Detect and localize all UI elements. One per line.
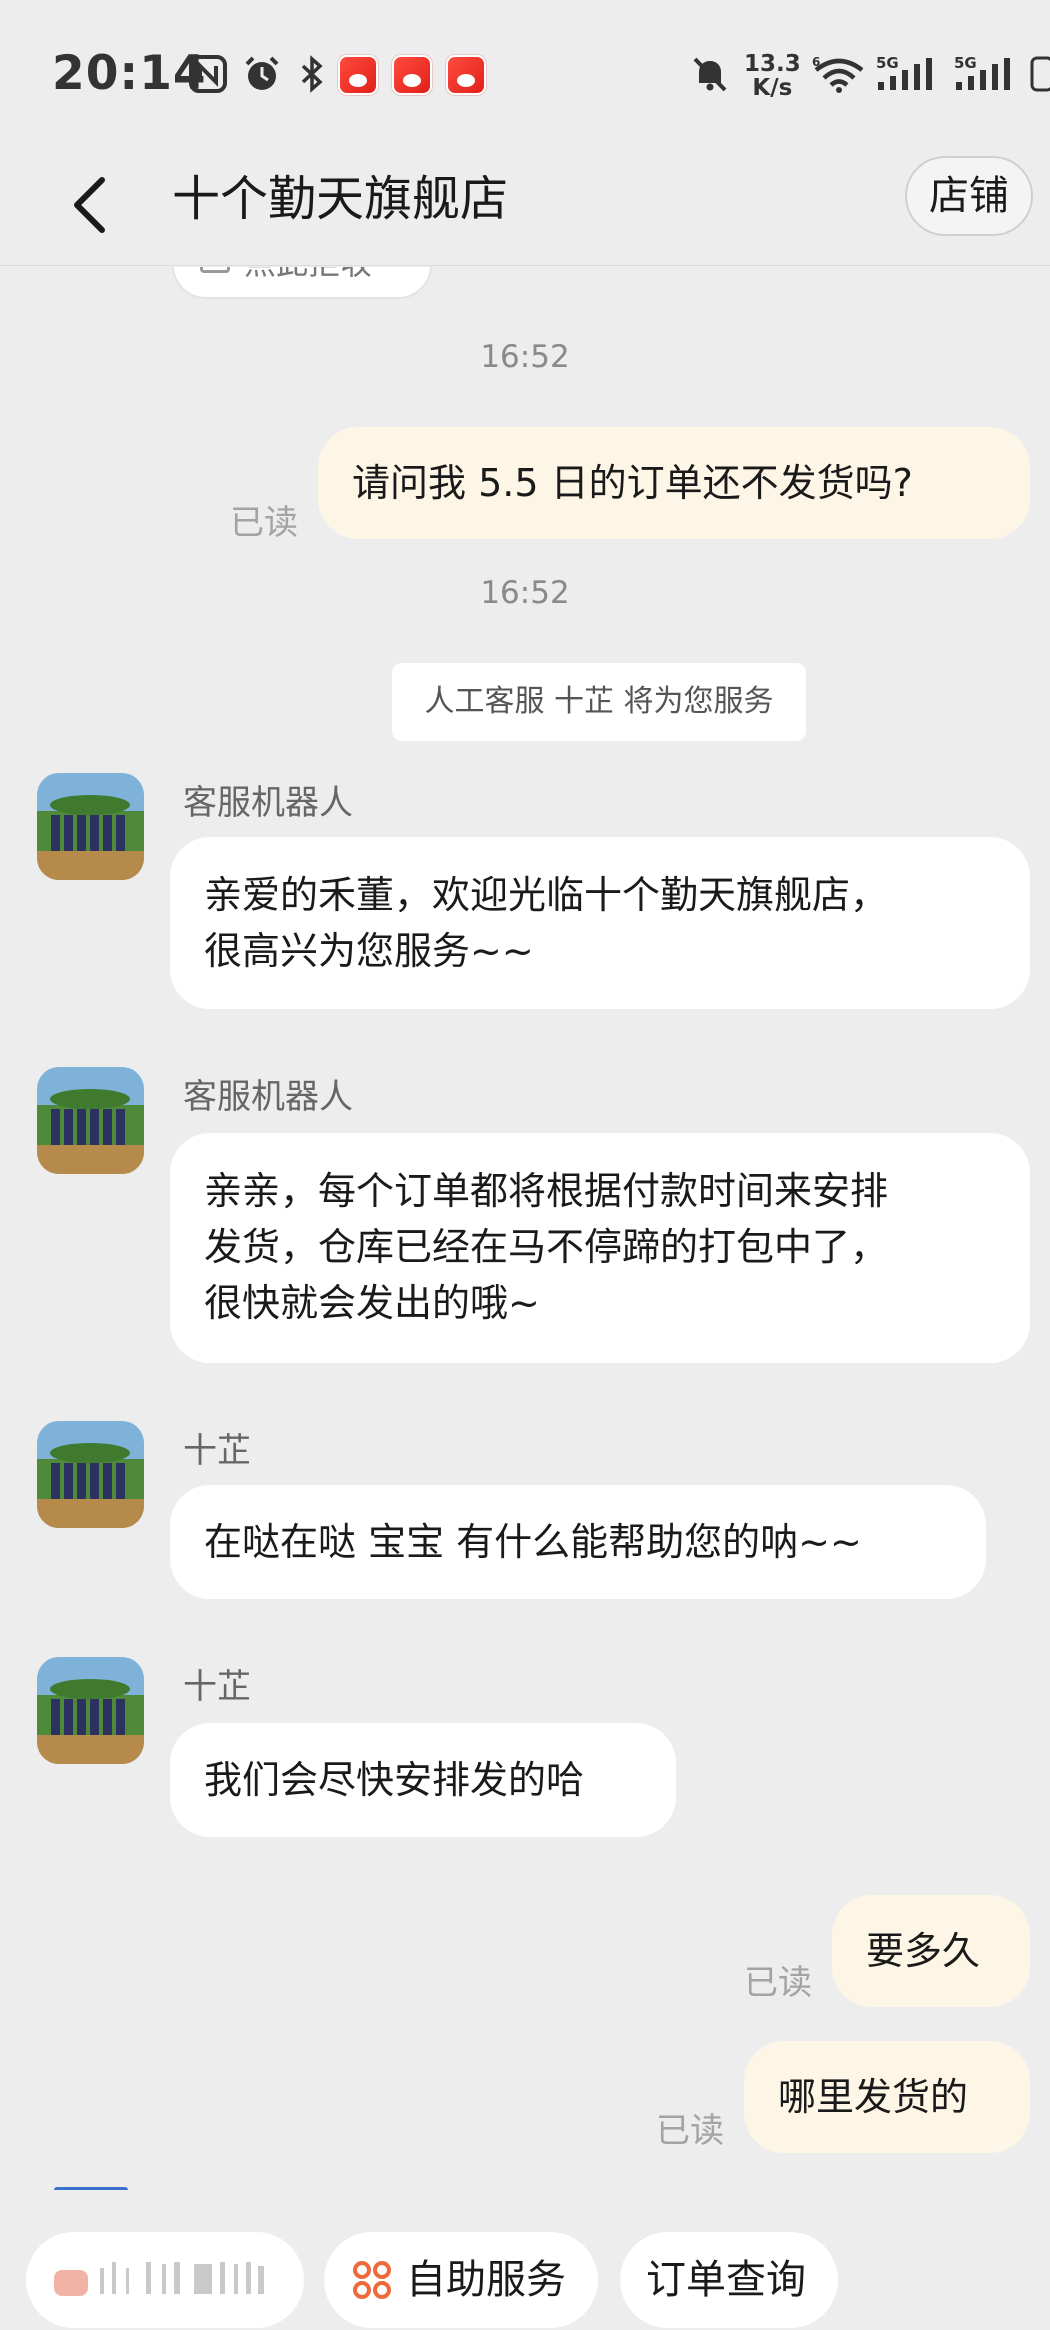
sender-name: 十芷 [183, 1667, 251, 1707]
app-notification-icon [338, 55, 378, 95]
timestamp: 16:52 [480, 339, 570, 375]
avatar[interactable] [37, 1657, 144, 1764]
group-photo-avatar [37, 773, 144, 880]
group-photo-avatar [37, 1421, 144, 1528]
shop-button[interactable]: 店铺 [905, 156, 1033, 236]
bluetooth-icon [301, 55, 323, 93]
blurred-chip-content [54, 2262, 264, 2296]
grid-icon [353, 2261, 391, 2299]
quick-action-bar: 自助服务 订单查询 [0, 2190, 1050, 2330]
outgoing-message[interactable]: 请问我 5.5 日的订单还不发货吗? [318, 427, 1030, 539]
chat-screen: 20:14 13.3 K/s 6 5G 5G 十个勤天旗舰店 店铺 16:52 … [0, 0, 1050, 2330]
read-receipt: 已读 [656, 2111, 724, 2151]
incoming-message[interactable]: 亲爱的禾董，欢迎光临十个勤天旗舰店， 很高兴为您服务~~ [170, 837, 1030, 1009]
incoming-message[interactable]: 我们会尽快安排发的哈 [170, 1723, 676, 1837]
mute-icon [693, 57, 727, 92]
avatar[interactable] [37, 1421, 144, 1528]
avatar[interactable] [37, 773, 144, 880]
back-arrow-icon[interactable] [62, 170, 122, 240]
chat-header: 十个勤天旗舰店 店铺 [0, 150, 1050, 266]
cell-signal-icon: 5G [954, 54, 1010, 90]
alarm-icon [245, 56, 279, 90]
order-query-chip[interactable]: 订单查询 [620, 2232, 838, 2328]
network-speed: 13.3 K/s [744, 51, 801, 101]
page-title: 十个勤天旗舰店 [172, 171, 509, 227]
timestamp: 16:52 [480, 575, 570, 611]
chip-label: 自助服务 [406, 2257, 566, 2303]
self-service-chip[interactable]: 自助服务 [324, 2232, 598, 2328]
status-bar: 20:14 13.3 K/s 6 5G 5G [0, 0, 1050, 150]
avatar[interactable] [37, 1067, 144, 1174]
svg-text:5G: 5G [876, 54, 899, 72]
app-notification-icon [446, 55, 486, 95]
sender-name: 客服机器人 [183, 783, 353, 823]
cell-signal-icon: 5G [876, 54, 932, 90]
incoming-message[interactable]: 亲亲，每个订单都将根据付款时间来安排 发货，仓库已经在马不停蹄的打包中了， 很快… [170, 1133, 1030, 1363]
wifi-icon: 6 [812, 55, 864, 93]
sender-name: 十芷 [183, 1431, 251, 1471]
quick-action-chip[interactable] [26, 2232, 304, 2328]
app-notification-icon [392, 55, 432, 95]
outgoing-message[interactable]: 哪里发货的 [744, 2041, 1030, 2153]
nfc-icon [189, 55, 227, 93]
reject-messages-pill[interactable]: 点此拒收 [172, 267, 432, 299]
read-receipt: 已读 [744, 1963, 812, 2003]
sender-name: 客服机器人 [183, 1077, 353, 1117]
message-list[interactable]: 点此拒收 16:52 已读 请问我 5.5 日的订单还不发货吗? 16:52 人… [0, 267, 1050, 2190]
read-receipt: 已读 [230, 503, 298, 543]
group-photo-avatar [37, 1067, 144, 1174]
status-time: 20:14 [52, 46, 207, 101]
system-notice: 人工客服 十芷 将为您服务 [392, 663, 806, 741]
svg-text:5G: 5G [954, 54, 977, 72]
outgoing-message[interactable]: 要多久 [832, 1895, 1030, 2007]
group-photo-avatar [37, 1657, 144, 1764]
message-icon [200, 267, 230, 273]
chip-label: 订单查询 [646, 2257, 806, 2303]
battery-icon [1030, 56, 1050, 92]
incoming-message[interactable]: 在哒在哒 宝宝 有什么能帮助您的呐~~ [170, 1485, 986, 1599]
